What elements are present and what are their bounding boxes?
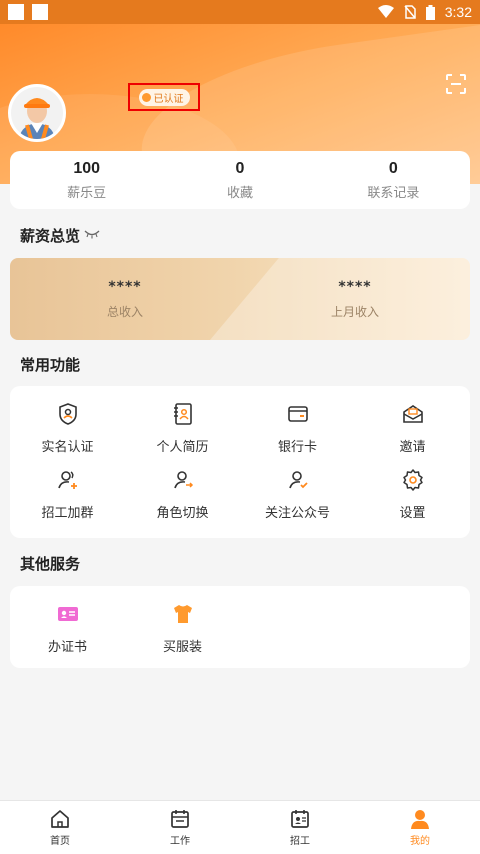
stat-value: 100 bbox=[73, 159, 101, 177]
func-bank-card[interactable]: 银行卡 bbox=[240, 398, 355, 464]
user-group-add-icon bbox=[57, 471, 77, 489]
func-label: 招工加群 bbox=[41, 506, 94, 521]
salary-last-month-value: **** bbox=[338, 278, 372, 295]
clock: 3:32 bbox=[444, 4, 472, 20]
tab-label: 工作 bbox=[170, 836, 190, 847]
tab-home[interactable]: 首页 bbox=[0, 801, 120, 854]
service-buy-clothing[interactable]: 买服装 bbox=[125, 586, 240, 668]
id-card-icon bbox=[57, 607, 78, 621]
func-resume[interactable]: 个人简历 bbox=[125, 398, 240, 464]
certified-icon bbox=[141, 92, 151, 102]
func-role-switch[interactable]: 角色切换 bbox=[125, 464, 240, 530]
shield-user-icon bbox=[58, 403, 77, 425]
stat-contact-records[interactable]: 0 联系记录 bbox=[317, 151, 470, 209]
resume-icon bbox=[173, 403, 192, 425]
user-follow-icon bbox=[288, 471, 308, 489]
wifi-icon bbox=[377, 5, 394, 18]
func-real-name[interactable]: 实名认证 bbox=[10, 398, 125, 464]
shirt-icon bbox=[173, 605, 192, 623]
wallet-icon bbox=[287, 406, 308, 422]
func-label: 关注公众号 bbox=[264, 506, 330, 521]
no-sim-icon bbox=[404, 5, 416, 19]
func-follow-account[interactable]: 关注公众号 bbox=[240, 464, 355, 530]
stat-label: 薪乐豆 bbox=[67, 185, 107, 201]
avatar[interactable] bbox=[8, 84, 66, 142]
eye-closed-icon[interactable] bbox=[84, 229, 100, 239]
stats-card: 100 薪乐豆 0 收藏 0 联系记录 bbox=[10, 151, 470, 209]
service-label: 买服装 bbox=[162, 640, 202, 655]
salary-last-month-label: 上月收入 bbox=[330, 304, 379, 319]
salary-card: **** 总收入 **** 上月收入 bbox=[10, 258, 470, 340]
tab-work[interactable]: 工作 bbox=[120, 801, 240, 854]
scan-icon[interactable] bbox=[444, 72, 468, 96]
home-icon bbox=[51, 810, 69, 828]
certified-label: 已认证 bbox=[153, 93, 184, 105]
gear-icon bbox=[402, 469, 423, 491]
certified-badge[interactable]: 已认证 bbox=[128, 83, 200, 111]
envelope-icon bbox=[402, 405, 423, 423]
other-services-card: 办证书 买服装 bbox=[10, 586, 470, 668]
func-invite[interactable]: 邀请 bbox=[355, 398, 470, 464]
stat-points[interactable]: 100 薪乐豆 bbox=[10, 151, 163, 209]
notification-icon bbox=[8, 4, 24, 20]
func-recruit-group[interactable]: 招工加群 bbox=[10, 464, 125, 530]
func-label: 实名认证 bbox=[41, 440, 94, 455]
salary-total[interactable]: **** 总收入 bbox=[10, 258, 240, 340]
salary-last-month[interactable]: **** 上月收入 bbox=[240, 258, 470, 340]
functions-grid: 实名认证 个人简历 银行卡 邀请 招工加群 角色切换 关注公众号 设置 bbox=[10, 386, 470, 538]
stat-value: 0 bbox=[235, 159, 245, 177]
func-label: 个人简历 bbox=[156, 440, 209, 455]
hiring-icon bbox=[291, 810, 309, 828]
calendar-icon bbox=[171, 810, 189, 828]
func-settings[interactable]: 设置 bbox=[355, 464, 470, 530]
user-switch-icon bbox=[173, 471, 193, 489]
profile-icon bbox=[411, 810, 429, 829]
functions-title: 常用功能 bbox=[20, 356, 81, 374]
stat-favorites[interactable]: 0 收藏 bbox=[163, 151, 316, 209]
status-bar: 3:32 bbox=[0, 0, 480, 24]
stat-label: 收藏 bbox=[226, 185, 253, 201]
func-label: 邀请 bbox=[399, 440, 426, 455]
service-label: 办证书 bbox=[47, 640, 87, 655]
salary-title: 薪资总览 bbox=[20, 227, 81, 245]
stat-value: 0 bbox=[388, 159, 398, 177]
tab-label: 我的 bbox=[410, 836, 430, 847]
tab-label: 首页 bbox=[50, 836, 70, 847]
func-label: 角色切换 bbox=[156, 506, 209, 521]
notification-icon bbox=[32, 4, 48, 20]
stat-label: 联系记录 bbox=[367, 185, 420, 201]
func-label: 设置 bbox=[399, 506, 426, 521]
other-services-title: 其他服务 bbox=[20, 555, 81, 573]
worker-avatar-icon bbox=[11, 87, 63, 139]
bottom-tab-bar: 首页 工作 招工 我的 bbox=[0, 800, 480, 854]
tab-label: 招工 bbox=[290, 836, 310, 847]
service-certificate[interactable]: 办证书 bbox=[10, 586, 125, 668]
salary-total-label: 总收入 bbox=[106, 304, 143, 319]
func-label: 银行卡 bbox=[277, 440, 317, 455]
battery-icon bbox=[425, 4, 435, 20]
salary-total-value: **** bbox=[108, 278, 142, 295]
tab-profile[interactable]: 我的 bbox=[360, 801, 480, 854]
tab-hiring[interactable]: 招工 bbox=[240, 801, 360, 854]
